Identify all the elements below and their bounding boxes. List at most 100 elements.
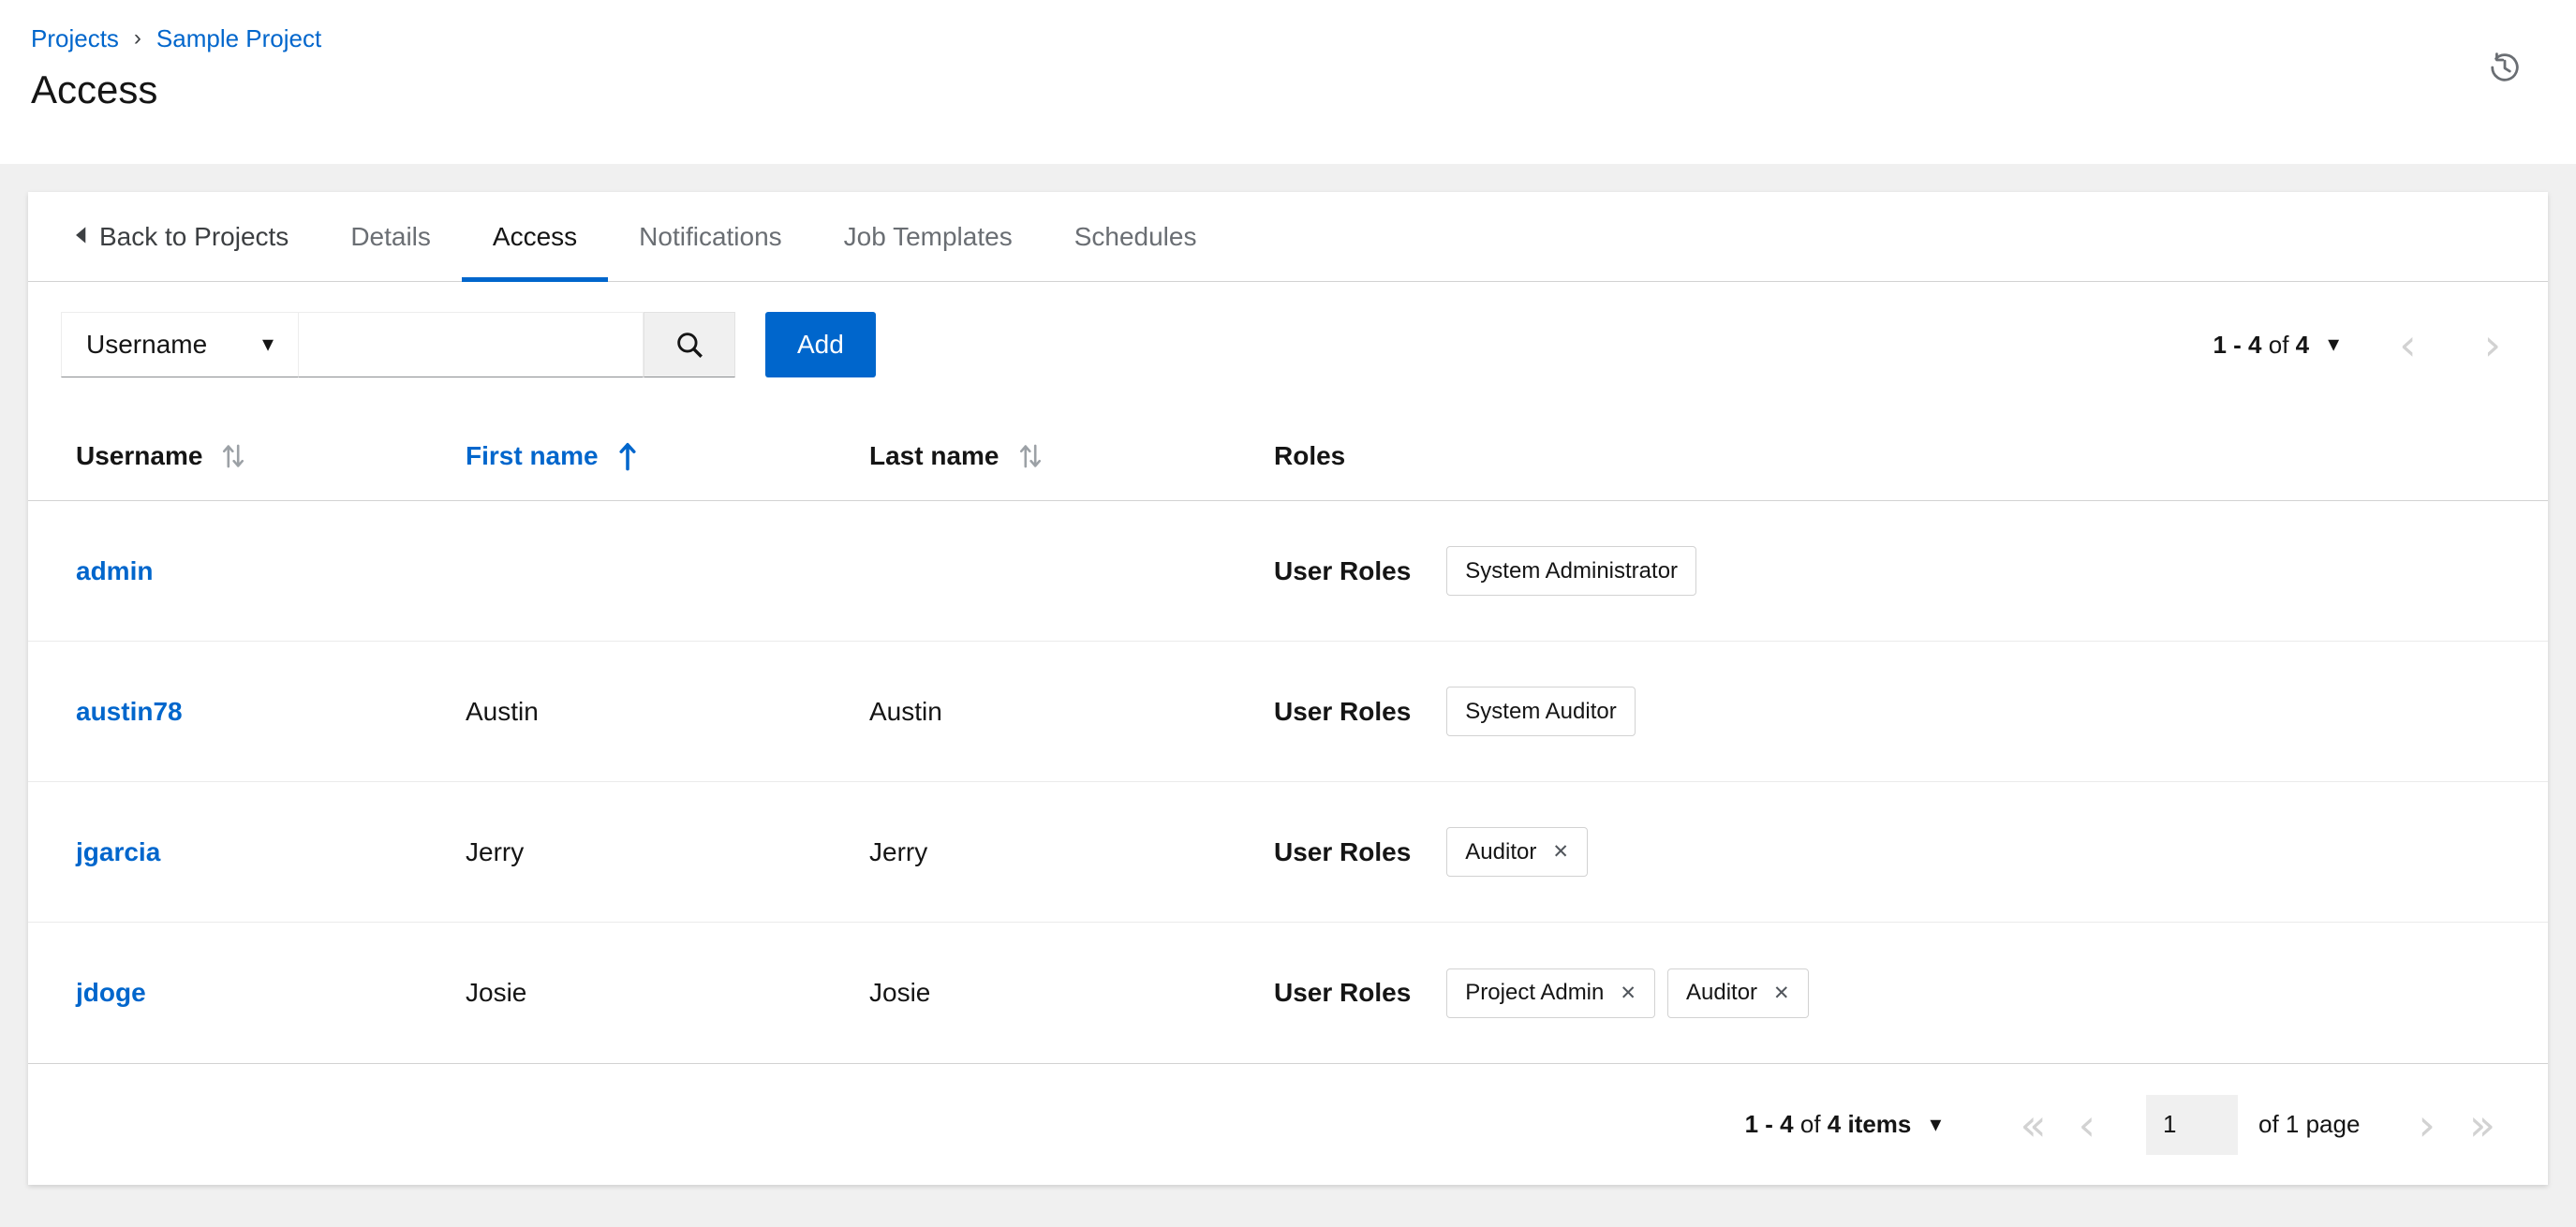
pagination-bottom-of: of — [1799, 1110, 1821, 1138]
table-row: jdoge Josie Josie User Roles Project Adm… — [28, 923, 2548, 1063]
role-chip: Auditor ✕ — [1666, 968, 1809, 1018]
page-header: Projects › Sample Project Access — [0, 0, 2576, 164]
role-chip: Auditor ✕ — [1446, 827, 1588, 877]
role-chip-group: Project Admin ✕ Auditor ✕ — [1446, 968, 1809, 1018]
last-name-cell: Jerry — [869, 836, 928, 866]
user-link[interactable]: austin78 — [76, 697, 183, 726]
role-chip-label: System Administrator — [1465, 557, 1679, 584]
column-header-last-name[interactable]: Last name — [869, 438, 1274, 474]
breadcrumb: Projects › Sample Project — [31, 24, 2576, 52]
filter-type-selected: Username — [86, 330, 208, 359]
sort-icon[interactable] — [221, 438, 245, 474]
caret-down-icon: ▾ — [261, 332, 274, 357]
toolbar: Username ▾ Add 1 - 4 of 4 ▾ ‹ › — [28, 282, 2548, 411]
angle-left-icon — [72, 222, 87, 252]
last-name-cell: Austin — [869, 696, 942, 726]
column-header-first-name[interactable]: First name — [466, 438, 869, 474]
column-header-roles-label: Roles — [1274, 440, 1346, 470]
roles-cell: User Roles Project Admin ✕ Auditor ✕ — [1274, 968, 2548, 1018]
user-roles-label: User Roles — [1274, 978, 1412, 1007]
role-chip: System Administrator — [1446, 546, 1697, 596]
tab-bar: Back to Projects Details Access Notifica… — [28, 192, 2548, 282]
table-header-row: Username First name Last name Roles — [28, 411, 2548, 501]
role-chip: Project Admin ✕ — [1446, 968, 1655, 1018]
user-link[interactable]: jdoge — [76, 978, 146, 1007]
pagination-top-range: 1 - 4 of 4 — [2213, 331, 2309, 360]
role-chip: System Auditor — [1446, 687, 1636, 736]
search-input[interactable] — [299, 312, 644, 377]
column-header-username-label: Username — [76, 440, 203, 470]
first-name-cell: Josie — [466, 978, 527, 1007]
add-button[interactable]: Add — [765, 312, 876, 377]
user-link[interactable]: admin — [76, 556, 153, 585]
user-link[interactable]: jgarcia — [76, 837, 160, 866]
username-cell: admin — [28, 556, 466, 586]
role-chip-label: System Auditor — [1465, 698, 1617, 724]
username-cell: austin78 — [28, 697, 466, 727]
user-roles-label: User Roles — [1274, 836, 1412, 866]
pagination-bottom-range: 1 - 4 of 4 items — [1745, 1110, 1912, 1139]
pagination-bottom: 1 - 4 of 4 items ▾ « ‹ of 1 page › » — [28, 1063, 2548, 1185]
sort-asc-icon[interactable] — [617, 438, 638, 474]
page-root: Projects › Sample Project Access Back to… — [0, 0, 2576, 1227]
access-card: Back to Projects Details Access Notifica… — [28, 192, 2548, 1185]
pagination-top-range-numbers: 1 - 4 — [2213, 330, 2262, 359]
pagination-top: 1 - 4 of 4 ▾ ‹ › — [2213, 323, 2501, 366]
content-area: Back to Projects Details Access Notifica… — [0, 164, 2576, 1227]
caret-down-icon: ▾ — [2328, 332, 2340, 357]
first-page-icon[interactable]: « — [2020, 1103, 2046, 1146]
tab-job-templates[interactable]: Job Templates — [813, 192, 1044, 281]
pagination-top-menu-toggle[interactable]: ▾ — [2328, 332, 2339, 358]
search-icon — [677, 333, 703, 358]
role-chip-label: Auditor — [1685, 980, 1758, 1005]
roles-cell: User Roles Auditor ✕ — [1274, 827, 2548, 877]
breadcrumb-separator-icon: › — [133, 25, 141, 51]
chip-remove-icon[interactable]: ✕ — [1552, 842, 1569, 862]
role-chip-label: Auditor — [1465, 838, 1537, 865]
first-name-cell: Jerry — [466, 836, 525, 866]
tab-access[interactable]: Access — [461, 192, 609, 282]
roles-cell: User Roles System Administrator — [1274, 546, 2548, 596]
tab-details[interactable]: Details — [319, 192, 462, 281]
username-cell: jgarcia — [28, 837, 466, 867]
column-header-roles: Roles — [1274, 441, 2548, 471]
caret-down-icon: ▾ — [1930, 1111, 1942, 1137]
role-chip-label: Project Admin — [1465, 980, 1605, 1005]
username-cell: jdoge — [28, 978, 466, 1008]
tab-back-label: Back to Projects — [99, 221, 289, 251]
breadcrumb-link-projects[interactable]: Projects — [31, 24, 119, 52]
pagination-bottom-range-numbers: 1 - 4 — [1744, 1110, 1794, 1138]
chip-remove-icon[interactable]: ✕ — [1773, 983, 1790, 1003]
pagination-bottom-menu-toggle[interactable]: ▾ — [1930, 1112, 1941, 1138]
column-header-first-name-label: First name — [466, 440, 599, 470]
history-icon[interactable] — [2488, 51, 2522, 84]
next-page-icon[interactable]: › — [2418, 1103, 2435, 1146]
filter-type-dropdown[interactable]: Username ▾ — [61, 312, 299, 377]
last-name-cell: Josie — [869, 978, 931, 1007]
pagination-top-total: 4 — [2295, 330, 2310, 359]
tab-schedules[interactable]: Schedules — [1044, 192, 1228, 281]
table-row: admin User Roles System Administrator — [28, 501, 2548, 642]
role-chip-group: System Auditor — [1446, 687, 1636, 736]
search-button[interactable] — [644, 312, 735, 377]
last-page-icon[interactable]: » — [2469, 1103, 2495, 1146]
page-title: Access — [31, 67, 158, 111]
current-page-input[interactable] — [2146, 1094, 2238, 1155]
sort-icon[interactable] — [1018, 438, 1043, 474]
next-page-icon[interactable]: › — [2484, 323, 2501, 366]
tab-notifications[interactable]: Notifications — [608, 192, 813, 281]
table-row: jgarcia Jerry Jerry User Roles Auditor ✕ — [28, 782, 2548, 923]
first-name-cell: Austin — [466, 696, 539, 726]
prev-page-icon[interactable]: ‹ — [2399, 323, 2416, 366]
user-roles-label: User Roles — [1274, 696, 1412, 726]
chip-remove-icon[interactable]: ✕ — [1620, 983, 1636, 1003]
page-count-label: of 1 page — [2258, 1110, 2361, 1138]
tab-back-to-projects[interactable]: Back to Projects — [28, 192, 319, 281]
prev-page-icon[interactable]: ‹ — [2079, 1103, 2095, 1146]
roles-cell: User Roles System Auditor — [1274, 687, 2548, 736]
role-chip-group: System Administrator — [1446, 546, 1697, 596]
column-header-username[interactable]: Username — [28, 438, 466, 474]
breadcrumb-link-sample-project[interactable]: Sample Project — [156, 24, 321, 52]
pagination-top-of: of — [2268, 330, 2289, 359]
table-row: austin78 Austin Austin User Roles System… — [28, 642, 2548, 782]
